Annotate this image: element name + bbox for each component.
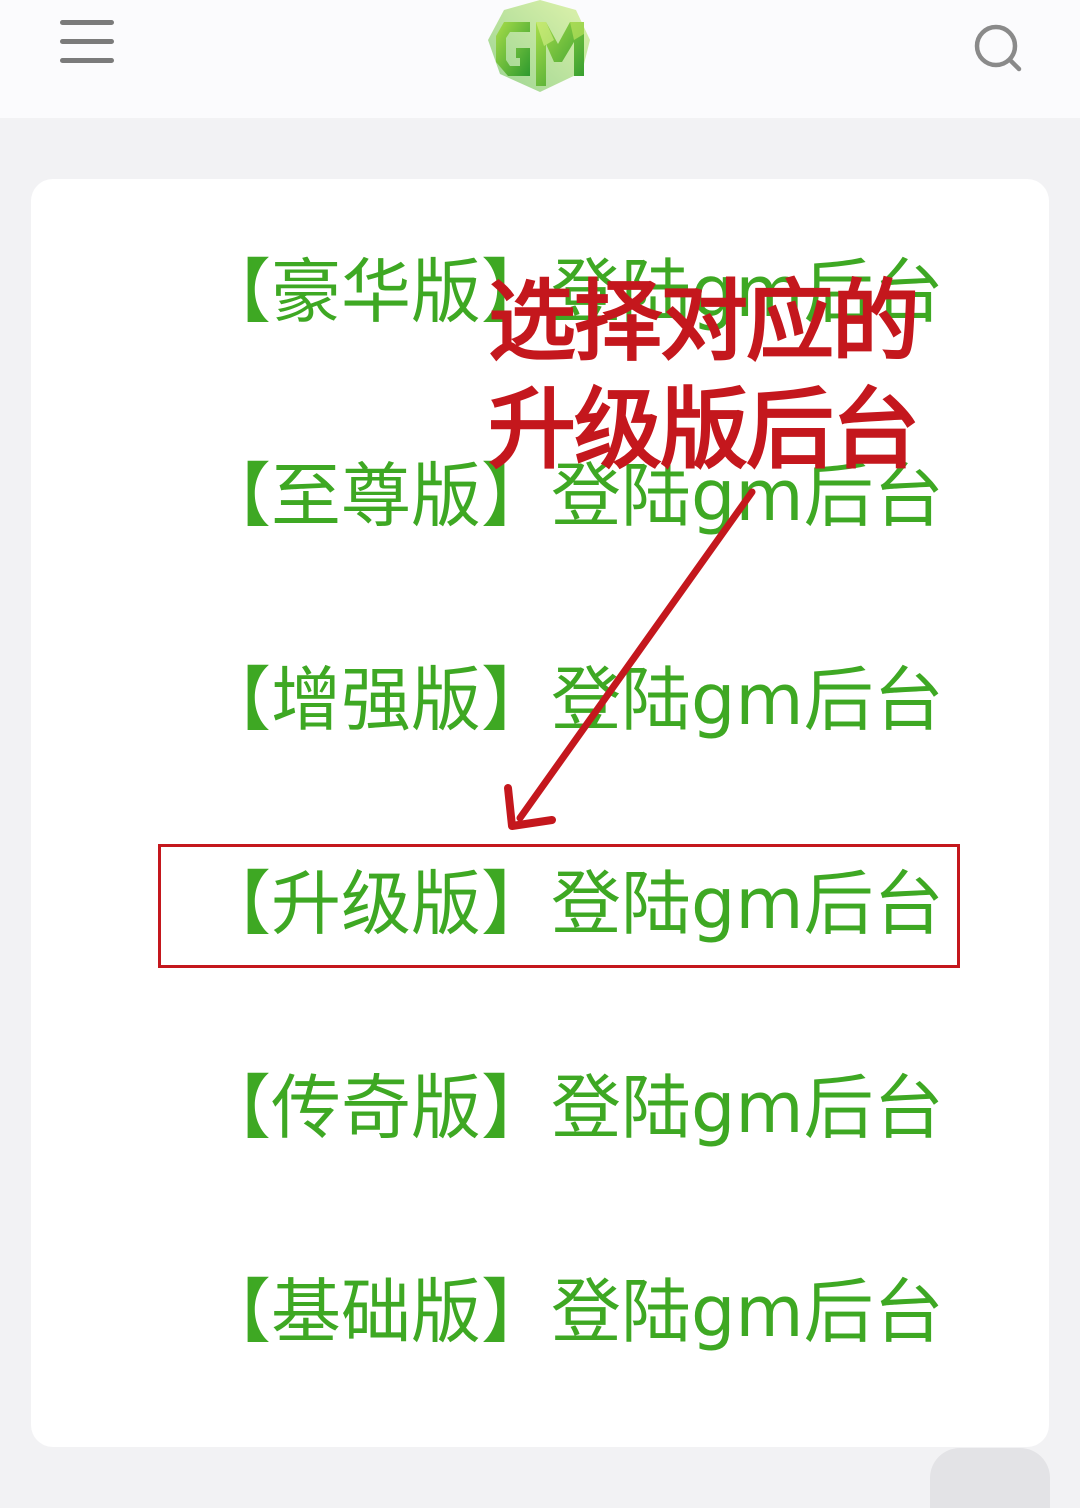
link-label: 登陆gm后台 xyxy=(551,659,944,741)
link-tag: 【增强版】 xyxy=(201,659,551,741)
link-item-basic[interactable]: 【基础版】登陆gm后台 xyxy=(201,1267,944,1357)
annotation-line-1: 选择对应的 xyxy=(488,270,920,373)
link-tag: 【传奇版】 xyxy=(201,1067,551,1149)
hamburger-menu-icon[interactable] xyxy=(60,18,114,66)
link-label: 登陆gm后台 xyxy=(551,1067,944,1149)
scroll-to-top-handle[interactable] xyxy=(930,1448,1050,1508)
link-tag: 【基础版】 xyxy=(201,1271,551,1353)
gm-logo[interactable] xyxy=(486,0,594,94)
link-item-enhanced[interactable]: 【增强版】登陆gm后台 xyxy=(201,655,944,745)
annotation-line-2: 升级版后台 xyxy=(488,378,920,481)
search-icon[interactable] xyxy=(972,22,1024,74)
link-item-legend[interactable]: 【传奇版】登陆gm后台 xyxy=(201,1063,944,1153)
top-header xyxy=(0,0,1080,118)
link-label: 登陆gm后台 xyxy=(551,1271,944,1353)
annotation-text: 选择对应的 升级版后台 xyxy=(488,268,958,484)
highlight-box xyxy=(158,844,960,968)
